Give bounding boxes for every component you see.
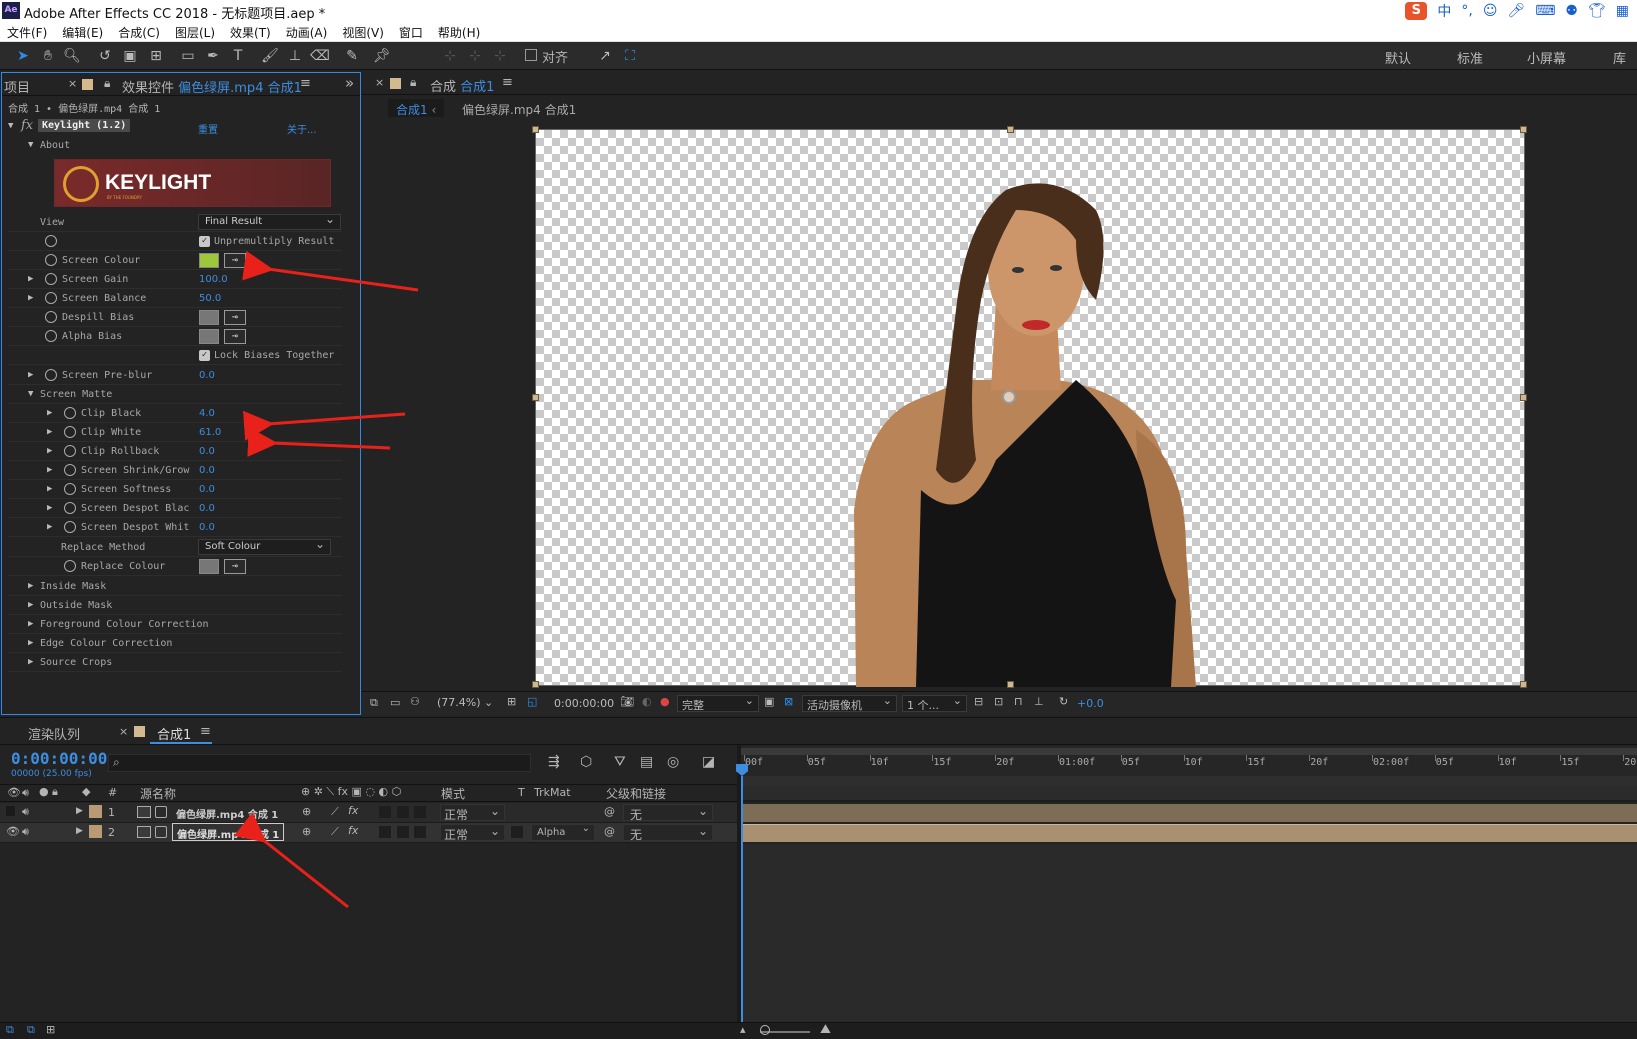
annotation-arrow-screen-colour xyxy=(242,250,419,292)
annotation-arrow-clip-black xyxy=(242,410,406,441)
annotation-arrow-clip-white xyxy=(247,426,391,457)
annotation-arrow-layer-2 xyxy=(233,812,349,909)
annotation-overlay xyxy=(233,250,419,909)
